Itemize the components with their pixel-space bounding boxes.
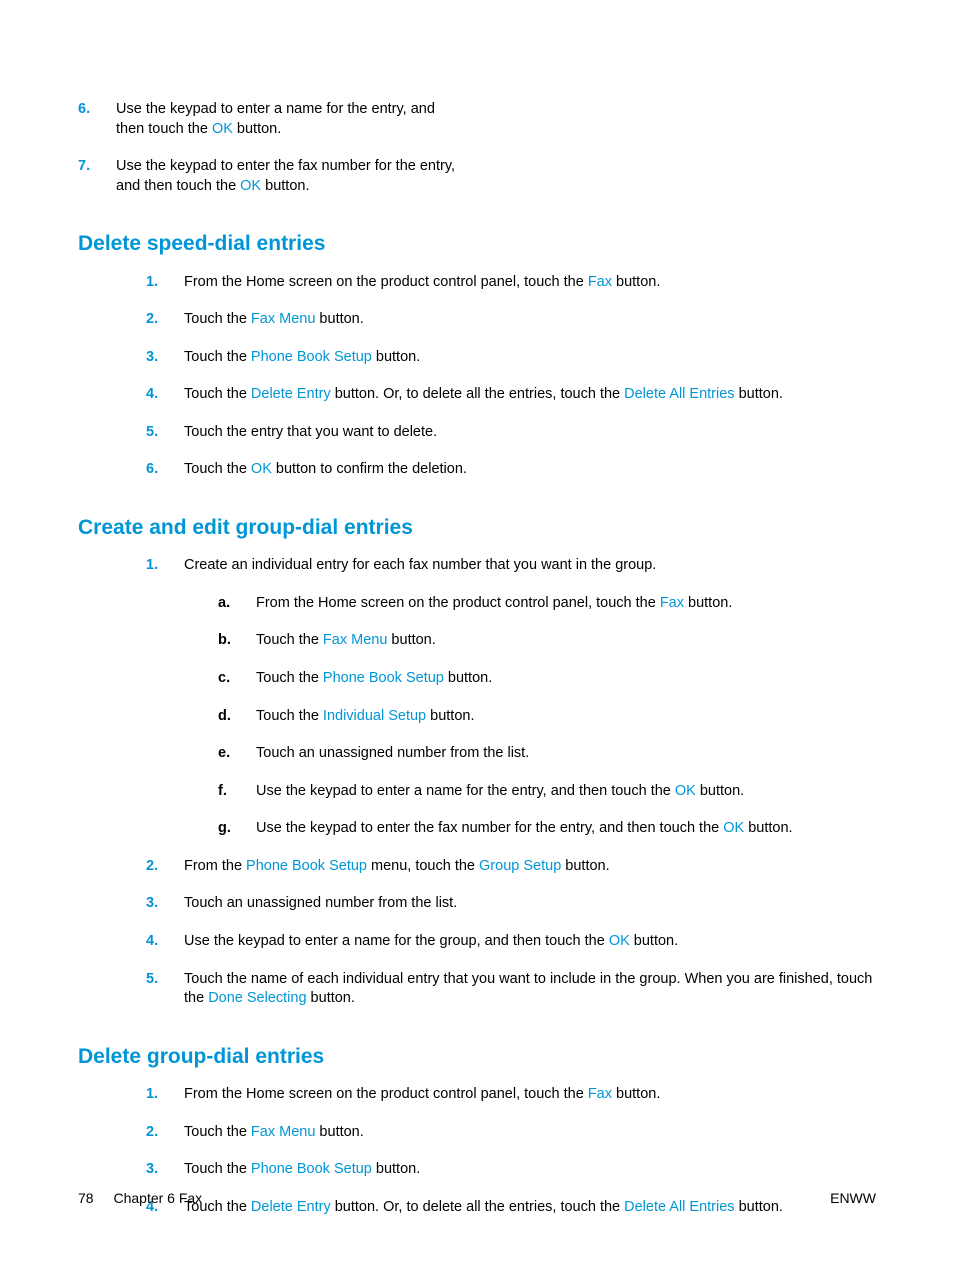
list-item: 4. Use the keypad to enter a name for the… (146, 932, 876, 952)
list-item-text: Touch the Phone Book Setup button. (184, 1161, 420, 1177)
list-item: 3. Touch an unassigned number from the li… (146, 894, 876, 914)
list-item-text: Use the keypad to enter the fax number f… (256, 820, 793, 836)
list-marker: 4. (146, 932, 158, 952)
list-marker: 3. (146, 348, 158, 368)
list-marker: 3. (146, 894, 158, 914)
list-marker: 6. (146, 460, 158, 480)
list-item-text: Create an individual entry for each fax … (184, 557, 656, 573)
list-item-text: Touch an unassigned number from the list… (184, 895, 457, 911)
list-sublist: a. From the Home screen on the product co… (184, 594, 876, 839)
list-marker: a. (218, 594, 230, 614)
list-item: 7. Use the keypad to enter the fax number… (78, 157, 458, 196)
list-marker: f. (218, 782, 227, 802)
list-marker: 5. (146, 423, 158, 443)
list-marker: c. (218, 669, 230, 689)
list-item: a. From the Home screen on the product co… (218, 594, 876, 614)
intro-steps-list: 6. Use the keypad to enter a name for the… (78, 100, 458, 196)
list-item-text: From the Home screen on the product cont… (184, 1086, 660, 1102)
list-item: d. Touch the Individual Setup button. (218, 707, 876, 727)
list-item-text: Use the keypad to enter a name for the e… (256, 783, 744, 799)
list-item-text: Touch an unassigned number from the list… (256, 745, 529, 761)
list-item-text: From the Home screen on the product cont… (256, 595, 732, 611)
list-item-text: From the Phone Book Setup menu, touch th… (184, 858, 610, 874)
list-item: 1. From the Home screen on the product co… (146, 1085, 876, 1105)
heading-create-group-dial: Create and edit group-dial entries (78, 514, 876, 542)
list-item: 2. From the Phone Book Setup menu, touch … (146, 857, 876, 877)
list-item: 2. Touch the Fax Menu button. (146, 1123, 876, 1143)
list-item: 3. Touch the Phone Book Setup button. (146, 1160, 876, 1180)
list-item: 3. Touch the Phone Book Setup button. (146, 348, 876, 368)
list-marker: 7. (78, 157, 90, 177)
list-marker: 2. (146, 310, 158, 330)
list-marker: 1. (146, 556, 158, 576)
footer-left: 78 Chapter 6 Fax (78, 1189, 202, 1208)
list-item-text: Touch the Fax Menu button. (184, 1124, 364, 1140)
footer-right: ENWW (830, 1189, 876, 1208)
list-item-text: Touch the Delete Entry button. Or, to de… (184, 386, 783, 402)
list-item-text: Touch the OK button to confirm the delet… (184, 461, 467, 477)
list-item-text: Touch the Phone Book Setup button. (256, 670, 492, 686)
list-item: 2. Touch the Fax Menu button. (146, 310, 876, 330)
list-item: 1. From the Home screen on the product co… (146, 273, 876, 293)
list-item-text: Use the keypad to enter the fax number f… (116, 158, 455, 194)
list-item-text: Touch the Fax Menu button. (184, 311, 364, 327)
list-item: 4. Touch the Delete Entry button. Or, to … (146, 385, 876, 405)
list-marker: e. (218, 744, 230, 764)
list-marker: 2. (146, 857, 158, 877)
list-item-text: Touch the Individual Setup button. (256, 708, 474, 724)
list-item: 5. Touch the name of each individual entr… (146, 970, 876, 1009)
list-item-text: Touch the Phone Book Setup button. (184, 349, 420, 365)
chapter-label: Chapter 6 Fax (113, 1190, 202, 1206)
list-item: c. Touch the Phone Book Setup button. (218, 669, 876, 689)
list-marker: 4. (146, 385, 158, 405)
list-marker: 2. (146, 1123, 158, 1143)
list-marker: 5. (146, 970, 158, 990)
list-marker: 1. (146, 273, 158, 293)
list-item: e. Touch an unassigned number from the li… (218, 744, 876, 764)
heading-delete-speed-dial: Delete speed-dial entries (78, 230, 876, 258)
list-marker: 1. (146, 1085, 158, 1105)
delete-speed-dial-list: 1. From the Home screen on the product co… (78, 273, 876, 480)
list-marker: 6. (78, 100, 90, 120)
list-item-text: Use the keypad to enter a name for the e… (116, 101, 435, 137)
list-marker: d. (218, 707, 231, 727)
list-item: 6. Touch the OK button to confirm the del… (146, 460, 876, 480)
list-marker: g. (218, 819, 231, 839)
list-item: 1. Create an individual entry for each fa… (146, 556, 876, 839)
list-marker: b. (218, 631, 231, 651)
list-item-text: From the Home screen on the product cont… (184, 274, 660, 290)
list-item-text: Touch the entry that you want to delete. (184, 424, 437, 440)
list-item-text: Touch the name of each individual entry … (184, 971, 872, 1007)
page-number: 78 (78, 1190, 94, 1206)
list-item: f. Use the keypad to enter a name for the… (218, 782, 876, 802)
list-item: 6. Use the keypad to enter a name for the… (78, 100, 458, 139)
page-footer: 78 Chapter 6 Fax ENWW (78, 1189, 876, 1208)
list-item: b. Touch the Fax Menu button. (218, 631, 876, 651)
list-item-text: Touch the Fax Menu button. (256, 632, 436, 648)
list-marker: 3. (146, 1160, 158, 1180)
list-item: 5. Touch the entry that you want to delet… (146, 423, 876, 443)
create-group-dial-list: 1. Create an individual entry for each fa… (78, 556, 876, 1008)
list-item-text: Use the keypad to enter a name for the g… (184, 933, 678, 949)
heading-delete-group-dial: Delete group-dial entries (78, 1043, 876, 1071)
list-item: g. Use the keypad to enter the fax number… (218, 819, 876, 839)
